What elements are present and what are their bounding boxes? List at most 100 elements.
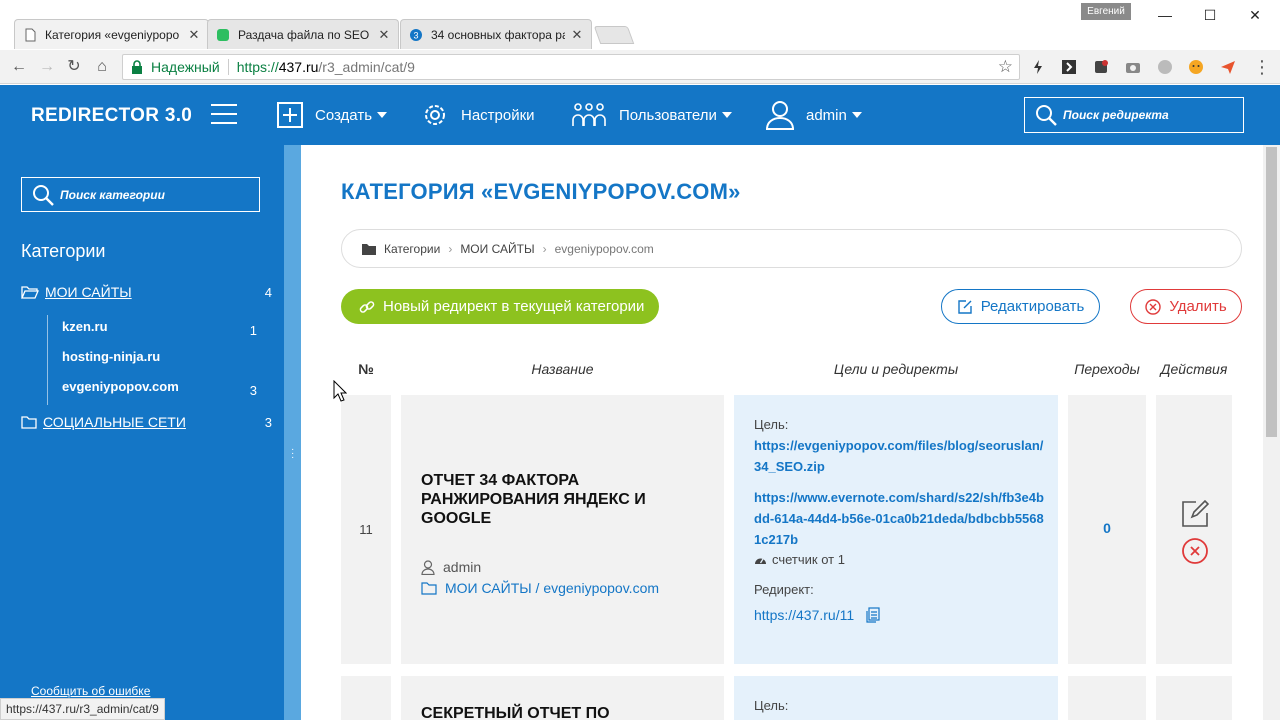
table-row-visits-cell: 0 — [1068, 395, 1146, 664]
table-row-actions-cell — [1156, 395, 1232, 664]
visits-count[interactable]: 0 — [1068, 520, 1146, 536]
edit-category-button[interactable]: Редактировать — [941, 289, 1100, 324]
column-header-name: Название — [531, 361, 594, 377]
nav-users-label: Пользователи — [619, 106, 717, 124]
browser-tab-seo-file[interactable]: Раздача файла по SEO ✕ — [207, 19, 399, 49]
browser-tab-factors[interactable]: 3 34 основных фактора ра ✕ — [400, 19, 592, 49]
column-header-number: № — [358, 361, 374, 377]
camera-icon[interactable] — [1124, 58, 1142, 76]
tab-title: Категория «evgeniypopo — [45, 27, 180, 42]
edit-icon[interactable] — [1181, 500, 1209, 528]
plus-square-icon — [277, 102, 303, 128]
reload-icon[interactable]: ↻ — [63, 56, 85, 78]
row-owner: admin — [421, 559, 481, 575]
categories-heading: Категории — [21, 241, 106, 261]
close-icon[interactable]: ✕ — [378, 27, 390, 43]
redirect-name[interactable]: ОТЧЕТ 34 ФАКТОРА РАНЖИРОВАНИЯ ЯНДЕКС И G… — [421, 471, 681, 528]
menu-dots-icon[interactable]: ⋮ — [1251, 56, 1273, 78]
close-circle-icon — [1145, 298, 1162, 315]
main-content: КАТЕГОРИЯ «EVGENIYPOPOV.COM» Категории ›… — [301, 145, 1263, 720]
sidebar: Категории МОИ САЙТЫ 4 kzen.ru 1 hosting-… — [0, 145, 284, 720]
brand-logo[interactable]: REDIRECTOR 3.0 — [31, 105, 192, 127]
delete-category-button[interactable]: Удалить — [1130, 289, 1242, 324]
secure-label: Надежный — [151, 59, 220, 75]
table-row-visits-cell — [1068, 676, 1146, 720]
bookmark-star-icon[interactable]: ☆ — [998, 57, 1013, 77]
delete-icon[interactable] — [1182, 538, 1208, 564]
sidebar-subcategory-evgeniypopov[interactable]: evgeniypopov.com 3 — [62, 379, 257, 398]
browser-toolbar: ← → ↻ ⌂ Надежный https://437.ru/r3_admin… — [0, 50, 1280, 84]
subcategory-count: 3 — [249, 383, 257, 398]
redirect-label: Редирект: — [754, 582, 814, 597]
row-category-link[interactable]: МОИ САЙТЫ / evgeniypopov.com — [421, 580, 672, 596]
forward-icon[interactable]: → — [36, 56, 58, 78]
target-link[interactable]: https://evgeniypopov.com/files/blog/seor… — [754, 435, 1044, 477]
redirect-search[interactable] — [1024, 97, 1244, 133]
emoji-extension-icon[interactable] — [1187, 58, 1205, 76]
extension-bolt-icon[interactable] — [1029, 58, 1047, 76]
breadcrumb-categories[interactable]: Категории — [384, 242, 440, 256]
table-row-name-cell: ОТЧЕТ 34 ФАКТОРА РАНЖИРОВАНИЯ ЯНДЕКС И G… — [401, 395, 724, 664]
table-row-targets-cell: Цель: — [734, 676, 1058, 720]
tab-title: 34 основных фактора ра — [431, 27, 565, 42]
search-icon — [33, 184, 54, 206]
home-icon[interactable]: ⌂ — [91, 56, 113, 78]
sidebar-subcategory-hosting-ninja[interactable]: hosting-ninja.ru — [62, 349, 257, 364]
breadcrumb-my-sites[interactable]: МОИ САЙТЫ — [460, 242, 534, 256]
table-row-number-cell — [341, 676, 391, 720]
table-row-actions-cell — [1156, 676, 1232, 720]
sidebar-category-my-sites[interactable]: МОИ САЙТЫ 4 — [21, 284, 272, 300]
back-icon[interactable]: ← — [8, 56, 30, 78]
target-link[interactable]: https://www.evernote.com/shard/s22/sh/fb… — [754, 487, 1044, 550]
globe-icon[interactable] — [1156, 58, 1174, 76]
chevron-down-icon — [721, 112, 732, 118]
tachometer-icon — [755, 558, 766, 564]
folder-icon — [362, 243, 376, 255]
page-scrollbar[interactable] — [1263, 145, 1280, 720]
subcategory-count: 1 — [249, 323, 257, 338]
nav-create[interactable]: Создать — [277, 98, 388, 132]
category-count: 3 — [264, 414, 272, 430]
table-row-name-cell: СЕКРЕТНЫЙ ОТЧЕТ ПО — [401, 676, 724, 720]
user-icon — [766, 101, 794, 130]
maximize-icon[interactable]: ☐ — [1197, 4, 1223, 26]
page-title: КАТЕГОРИЯ «EVGENIYPOPOV.COM» — [341, 179, 741, 204]
minimize-icon[interactable]: — — [1152, 4, 1178, 26]
extension-arrow-icon[interactable] — [1060, 58, 1078, 76]
category-count: 4 — [264, 284, 272, 300]
users-group-icon — [572, 103, 606, 126]
sidebar-category-social[interactable]: СОЦИАЛЬНЫЕ СЕТИ 3 — [21, 414, 272, 430]
send-extension-icon[interactable] — [1219, 58, 1237, 76]
close-icon[interactable]: ✕ — [571, 27, 583, 43]
redirect-name[interactable]: СЕКРЕТНЫЙ ОТЧЕТ ПО — [421, 704, 681, 720]
table-row-targets-cell: Цель: https://evgeniypopov.com/files/blo… — [734, 395, 1058, 664]
sidebar-resize-handle[interactable]: · · · — [284, 145, 301, 720]
sidebar-subcategory-kzen[interactable]: kzen.ru 1 — [62, 319, 257, 338]
nav-settings-label: Настройки — [461, 106, 535, 124]
copy-icon[interactable] — [866, 607, 880, 623]
browser-tab-category[interactable]: Категория «evgeniypopo ✕ — [14, 19, 209, 49]
new-redirect-button[interactable]: Новый редирект в текущей категории — [341, 289, 659, 324]
folder-icon — [421, 582, 437, 595]
profile-badge[interactable]: Евгений — [1081, 3, 1131, 20]
nav-user-admin[interactable]: admin — [766, 98, 862, 132]
close-icon[interactable]: ✕ — [188, 27, 200, 43]
scrollbar-thumb[interactable] — [1266, 147, 1277, 437]
chevron-down-icon — [377, 112, 388, 118]
hamburger-menu-icon[interactable] — [211, 102, 237, 126]
close-window-icon[interactable]: ✕ — [1242, 4, 1268, 26]
extension-puzzle-icon[interactable] — [1092, 58, 1110, 76]
new-tab-button[interactable] — [593, 26, 635, 44]
nav-users[interactable]: Пользователи — [572, 98, 732, 132]
chevron-down-icon — [851, 112, 862, 118]
redirect-search-input[interactable] — [1063, 108, 1223, 122]
table-row-number-cell: 11 — [341, 395, 391, 664]
browser-tab-bar: Категория «evgeniypopo ✕ Раздача файла п… — [0, 0, 1280, 50]
report-error-link[interactable]: Сообщить об ошибке — [31, 684, 150, 698]
address-bar[interactable]: Надежный https://437.ru/r3_admin/cat/9 ☆ — [122, 54, 1020, 80]
nav-settings[interactable]: Настройки — [421, 98, 535, 132]
category-search[interactable] — [21, 177, 260, 212]
redirect-url[interactable]: https://437.ru/11 — [754, 607, 880, 623]
category-search-input[interactable] — [60, 187, 220, 202]
breadcrumb: Категории › МОИ САЙТЫ › evgeniypopov.com — [341, 229, 1242, 268]
